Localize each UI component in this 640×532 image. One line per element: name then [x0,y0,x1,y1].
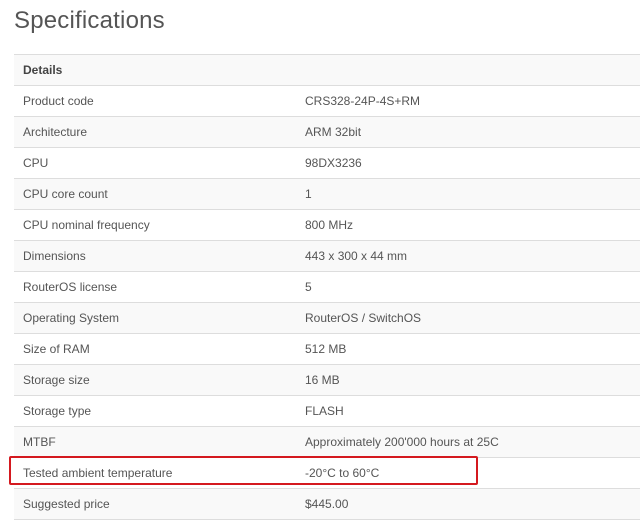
spec-label: Storage type [14,395,296,427]
table-row: Suggested price $445.00 [14,488,640,520]
spec-label: MTBF [14,426,296,458]
table-row: Size of RAM 512 MB [14,333,640,365]
table-row: Architecture ARM 32bit [14,116,640,148]
spec-value: 1 [296,178,640,210]
spec-value: -20°C to 60°C [296,457,640,489]
table-row: Dimensions 443 x 300 x 44 mm [14,240,640,272]
spec-value: 443 x 300 x 44 mm [296,240,640,272]
spec-value: 512 MB [296,333,640,365]
spec-label: Storage size [14,364,296,396]
spec-value: ARM 32bit [296,116,640,148]
spec-value: $445.00 [296,488,640,520]
spec-label: CPU core count [14,178,296,210]
table-row: Operating System RouterOS / SwitchOS [14,302,640,334]
section-header-details: Details [14,54,640,86]
spec-label: Suggested price [14,488,296,520]
table-row: MTBF Approximately 200'000 hours at 25C [14,426,640,458]
spec-label: CPU nominal frequency [14,209,296,241]
spec-value: CRS328-24P-4S+RM [296,85,640,117]
spec-value: 16 MB [296,364,640,396]
specifications-page: Specifications Details Product code CRS3… [0,0,640,532]
table-row: CPU 98DX3236 [14,147,640,179]
table-row: CPU core count 1 [14,178,640,210]
spec-value: FLASH [296,395,640,427]
table-row: RouterOS license 5 [14,271,640,303]
table-row: Storage type FLASH [14,395,640,427]
table-row: Product code CRS328-24P-4S+RM [14,85,640,117]
spec-label: Dimensions [14,240,296,272]
spec-value: 800 MHz [296,209,640,241]
table-row: Storage size 16 MB [14,364,640,396]
table-row: CPU nominal frequency 800 MHz [14,209,640,241]
spec-label: Product code [14,85,296,117]
spec-label: Operating System [14,302,296,334]
spec-value: Approximately 200'000 hours at 25C [296,426,640,458]
page-title: Specifications [14,7,165,34]
spec-label: Architecture [14,116,296,148]
spec-value: RouterOS / SwitchOS [296,302,640,334]
spec-value: 98DX3236 [296,147,640,179]
spec-label: CPU [14,147,296,179]
spec-label: Tested ambient temperature [14,457,296,489]
spec-label: RouterOS license [14,271,296,303]
table-row-highlighted: Tested ambient temperature -20°C to 60°C [14,457,640,489]
spec-value: 5 [296,271,640,303]
table-header-row: Details [14,54,640,86]
spec-label: Size of RAM [14,333,296,365]
specifications-table: Details Product code CRS328-24P-4S+RM Ar… [14,54,640,520]
